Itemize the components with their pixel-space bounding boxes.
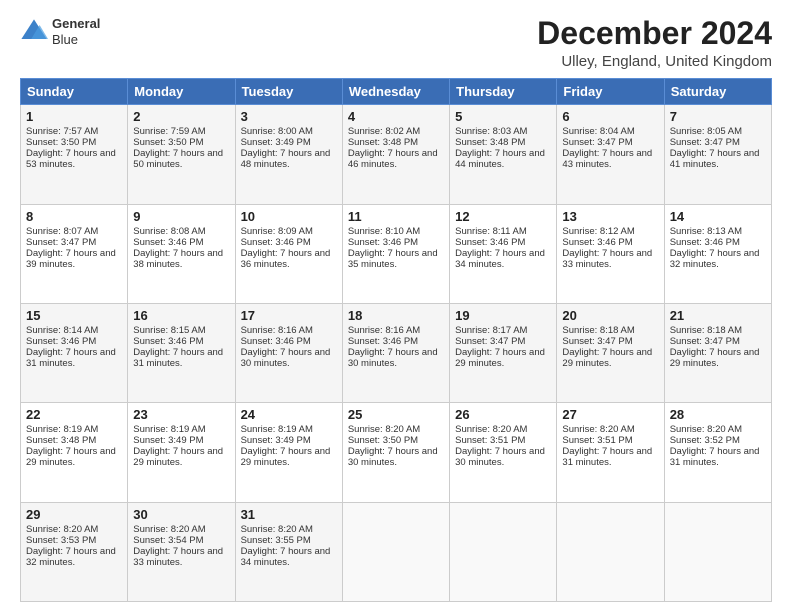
- title-block: December 2024 Ulley, England, United Kin…: [537, 16, 772, 70]
- day-8: 8 Sunrise: 8:07 AMSunset: 3:47 PMDayligh…: [21, 204, 128, 303]
- day-6: 6 Sunrise: 8:04 AMSunset: 3:47 PMDayligh…: [557, 105, 664, 204]
- day-14: 14 Sunrise: 8:13 AMSunset: 3:46 PMDaylig…: [664, 204, 771, 303]
- logo-text: General Blue: [52, 16, 100, 47]
- empty-cell-3: [557, 502, 664, 601]
- day-1: 1 Sunrise: 7:57 AMSunset: 3:50 PMDayligh…: [21, 105, 128, 204]
- day-3: 3 Sunrise: 8:00 AMSunset: 3:49 PMDayligh…: [235, 105, 342, 204]
- day-21: 21 Sunrise: 8:18 AMSunset: 3:47 PMDaylig…: [664, 303, 771, 402]
- day-24: 24 Sunrise: 8:19 AMSunset: 3:49 PMDaylig…: [235, 403, 342, 502]
- day-10: 10 Sunrise: 8:09 AMSunset: 3:46 PMDaylig…: [235, 204, 342, 303]
- empty-cell-1: [342, 502, 449, 601]
- day-17: 17 Sunrise: 8:16 AMSunset: 3:46 PMDaylig…: [235, 303, 342, 402]
- page: General Blue December 2024 Ulley, Englan…: [0, 0, 792, 612]
- week-row-3: 15 Sunrise: 8:14 AMSunset: 3:46 PMDaylig…: [21, 303, 772, 402]
- day-16: 16 Sunrise: 8:15 AMSunset: 3:46 PMDaylig…: [128, 303, 235, 402]
- day-9: 9 Sunrise: 8:08 AMSunset: 3:46 PMDayligh…: [128, 204, 235, 303]
- day-13: 13 Sunrise: 8:12 AMSunset: 3:46 PMDaylig…: [557, 204, 664, 303]
- day-2: 2 Sunrise: 7:59 AMSunset: 3:50 PMDayligh…: [128, 105, 235, 204]
- week-row-4: 22 Sunrise: 8:19 AMSunset: 3:48 PMDaylig…: [21, 403, 772, 502]
- col-thursday: Thursday: [450, 79, 557, 105]
- day-31: 31 Sunrise: 8:20 AMSunset: 3:55 PMDaylig…: [235, 502, 342, 601]
- logo: General Blue: [20, 16, 100, 47]
- col-saturday: Saturday: [664, 79, 771, 105]
- logo-line1: General: [52, 16, 100, 32]
- logo-line2: Blue: [52, 32, 100, 48]
- calendar-header-row: Sunday Monday Tuesday Wednesday Thursday…: [21, 79, 772, 105]
- col-friday: Friday: [557, 79, 664, 105]
- calendar-table: Sunday Monday Tuesday Wednesday Thursday…: [20, 78, 772, 602]
- day-19: 19 Sunrise: 8:17 AMSunset: 3:47 PMDaylig…: [450, 303, 557, 402]
- day-15: 15 Sunrise: 8:14 AMSunset: 3:46 PMDaylig…: [21, 303, 128, 402]
- day-22: 22 Sunrise: 8:19 AMSunset: 3:48 PMDaylig…: [21, 403, 128, 502]
- col-sunday: Sunday: [21, 79, 128, 105]
- day-23: 23 Sunrise: 8:19 AMSunset: 3:49 PMDaylig…: [128, 403, 235, 502]
- day-29: 29 Sunrise: 8:20 AMSunset: 3:53 PMDaylig…: [21, 502, 128, 601]
- subtitle: Ulley, England, United Kingdom: [537, 53, 772, 70]
- day-25: 25 Sunrise: 8:20 AMSunset: 3:50 PMDaylig…: [342, 403, 449, 502]
- day-20: 20 Sunrise: 8:18 AMSunset: 3:47 PMDaylig…: [557, 303, 664, 402]
- day-27: 27 Sunrise: 8:20 AMSunset: 3:51 PMDaylig…: [557, 403, 664, 502]
- logo-icon: [20, 18, 48, 46]
- day-18: 18 Sunrise: 8:16 AMSunset: 3:46 PMDaylig…: [342, 303, 449, 402]
- col-wednesday: Wednesday: [342, 79, 449, 105]
- day-7: 7 Sunrise: 8:05 AMSunset: 3:47 PMDayligh…: [664, 105, 771, 204]
- empty-cell-4: [664, 502, 771, 601]
- col-tuesday: Tuesday: [235, 79, 342, 105]
- empty-cell-2: [450, 502, 557, 601]
- week-row-2: 8 Sunrise: 8:07 AMSunset: 3:47 PMDayligh…: [21, 204, 772, 303]
- day-28: 28 Sunrise: 8:20 AMSunset: 3:52 PMDaylig…: [664, 403, 771, 502]
- day-4: 4 Sunrise: 8:02 AMSunset: 3:48 PMDayligh…: [342, 105, 449, 204]
- main-title: December 2024: [537, 16, 772, 51]
- day-12: 12 Sunrise: 8:11 AMSunset: 3:46 PMDaylig…: [450, 204, 557, 303]
- week-row-5: 29 Sunrise: 8:20 AMSunset: 3:53 PMDaylig…: [21, 502, 772, 601]
- day-26: 26 Sunrise: 8:20 AMSunset: 3:51 PMDaylig…: [450, 403, 557, 502]
- day-5: 5 Sunrise: 8:03 AMSunset: 3:48 PMDayligh…: [450, 105, 557, 204]
- header: General Blue December 2024 Ulley, Englan…: [20, 16, 772, 70]
- day-30: 30 Sunrise: 8:20 AMSunset: 3:54 PMDaylig…: [128, 502, 235, 601]
- col-monday: Monday: [128, 79, 235, 105]
- week-row-1: 1 Sunrise: 7:57 AMSunset: 3:50 PMDayligh…: [21, 105, 772, 204]
- day-11: 11 Sunrise: 8:10 AMSunset: 3:46 PMDaylig…: [342, 204, 449, 303]
